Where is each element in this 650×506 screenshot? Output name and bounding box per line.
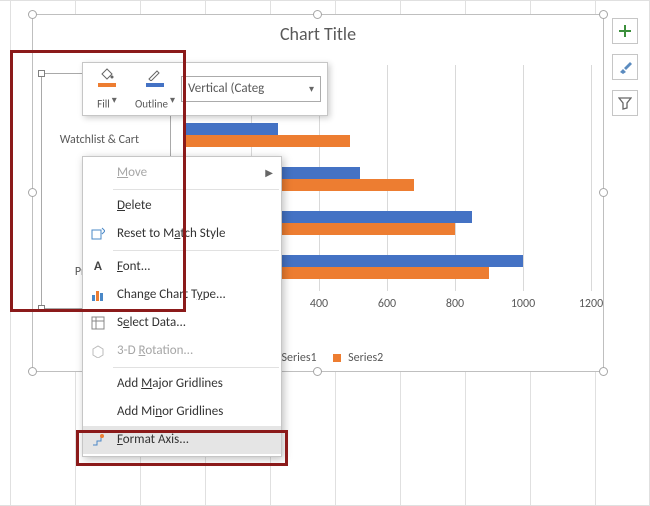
x-tick-label: 800 — [446, 297, 464, 311]
plus-icon — [618, 24, 632, 38]
legend-label-series1: Series1 — [281, 351, 316, 365]
fill-button[interactable]: Fill▾ — [83, 67, 131, 111]
chevron-down-icon: ▾ — [170, 93, 175, 106]
chart-title[interactable]: Chart Title — [33, 23, 603, 45]
menu-move: Move ▶ — [83, 159, 281, 187]
menu-format-axis[interactable]: Format Axis... — [83, 426, 281, 454]
funnel-icon — [618, 96, 632, 110]
outline-button[interactable]: Outline▾ — [131, 67, 179, 111]
menu-reset-style[interactable]: Reset to Match Style — [83, 220, 281, 248]
x-tick-label: 400 — [310, 297, 328, 311]
select-data-icon — [89, 314, 107, 332]
pen-outline-icon — [147, 67, 163, 81]
menu-add-major-gridlines[interactable]: Add Major Gridlines — [83, 370, 281, 398]
axis-category-label: Watchlist & Cart — [29, 133, 139, 147]
x-tick-label: 1200 — [579, 297, 603, 311]
menu-change-chart-type[interactable]: Change Chart Type... — [83, 281, 281, 309]
x-tick-label: 1000 — [511, 297, 535, 311]
reset-icon — [89, 225, 107, 243]
chart-filters-button[interactable] — [612, 90, 638, 116]
legend-swatch-series2 — [333, 354, 341, 362]
legend-label-series2: Series2 — [348, 351, 383, 365]
submenu-arrow-icon: ▶ — [265, 159, 273, 187]
chevron-down-icon: ▾ — [309, 77, 314, 101]
bar-series2[interactable] — [183, 135, 350, 147]
chart-styles-button[interactable] — [612, 54, 638, 80]
menu-font[interactable]: A Font... — [83, 253, 281, 281]
axis-selector-dropdown[interactable]: Vertical (Categ ▾ — [181, 76, 321, 102]
context-menu: Move ▶ Delete Reset to Match Style A Fon… — [82, 156, 282, 457]
chart-elements-button[interactable] — [612, 18, 638, 44]
chevron-down-icon: ▾ — [112, 93, 117, 106]
menu-add-minor-gridlines[interactable]: Add Minor Gridlines — [83, 398, 281, 426]
paint-bucket-icon — [99, 67, 115, 81]
mini-format-toolbar: Fill▾ Outline▾ Vertical (Categ ▾ — [82, 62, 328, 116]
menu-3d-rotation: 3-D Rotation... — [83, 337, 281, 365]
menu-delete[interactable]: Delete — [83, 192, 281, 220]
bar-series1[interactable] — [183, 123, 278, 135]
format-axis-icon — [89, 431, 107, 449]
brush-icon — [618, 60, 632, 74]
x-tick-label: 600 — [378, 297, 396, 311]
font-icon: A — [89, 258, 107, 276]
menu-select-data[interactable]: Select Data... — [83, 309, 281, 337]
chart-type-icon — [89, 286, 107, 304]
cube-icon — [89, 342, 107, 360]
